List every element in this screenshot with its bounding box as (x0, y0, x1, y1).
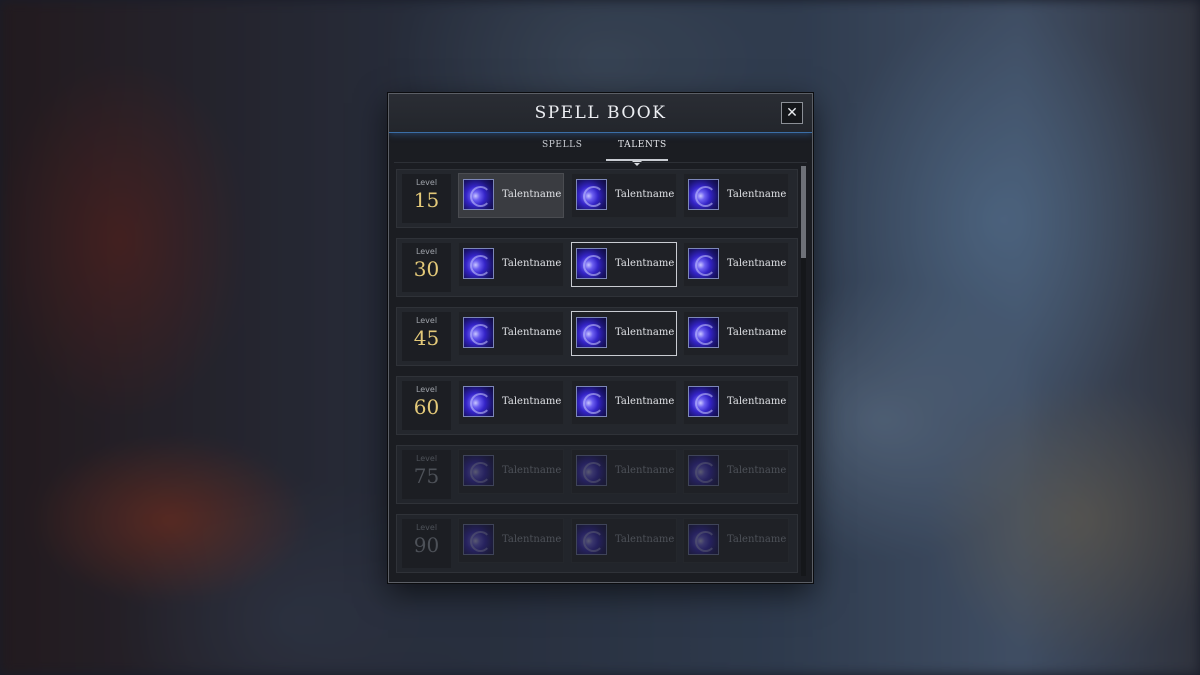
arcane-orb-icon (463, 179, 494, 210)
talent-option[interactable]: Talentname (571, 311, 677, 356)
talent-option[interactable]: Talentname (458, 380, 564, 425)
level-number: 30 (413, 257, 440, 281)
level-indicator: Level 45 (402, 312, 451, 361)
arcane-orb-icon (576, 386, 607, 417)
tab-bar: SPELLS TALENTS (389, 134, 812, 166)
arcane-orb-icon (463, 455, 494, 486)
tab-spells[interactable]: SPELLS (542, 140, 583, 150)
tab-talents[interactable]: TALENTS (618, 140, 667, 150)
arcane-orb-icon (688, 386, 719, 417)
close-icon: ✕ (786, 105, 798, 121)
talent-name: Talentname (727, 189, 787, 200)
talent-name: Talentname (615, 396, 675, 407)
arcane-orb-icon (688, 248, 719, 279)
arcane-orb-icon (576, 317, 607, 348)
arcane-orb-icon (576, 524, 607, 555)
talent-option: Talentname (458, 518, 564, 563)
arcane-orb-icon (463, 248, 494, 279)
talent-option: Talentname (683, 449, 789, 494)
level-number: 45 (413, 326, 440, 350)
talent-option[interactable]: Talentname (571, 380, 677, 425)
talent-option[interactable]: Talentname (683, 380, 789, 425)
talent-option[interactable]: Talentname (571, 242, 677, 287)
level-label: Level (415, 316, 438, 325)
close-button[interactable]: ✕ (781, 102, 803, 124)
arcane-orb-icon (576, 248, 607, 279)
talent-option[interactable]: Talentname (458, 173, 564, 218)
talent-name: Talentname (727, 327, 787, 338)
talent-option[interactable]: Talentname (458, 311, 564, 356)
arcane-orb-icon (688, 179, 719, 210)
talent-row: Level 45 Talentname Talentname Talentname (396, 307, 798, 366)
level-label: Level (415, 523, 438, 532)
talent-option: Talentname (571, 449, 677, 494)
talent-name: Talentname (502, 327, 562, 338)
level-indicator: Level 30 (402, 243, 451, 292)
talent-name: Talentname (727, 465, 787, 476)
talent-name: Talentname (727, 258, 787, 269)
arcane-orb-icon (688, 524, 719, 555)
talent-name: Talentname (727, 534, 787, 545)
level-number: 75 (413, 464, 440, 488)
talent-option: Talentname (458, 449, 564, 494)
talent-name: Talentname (502, 258, 562, 269)
talent-name: Talentname (502, 189, 562, 200)
talent-name: Talentname (502, 534, 562, 545)
talent-name: Talentname (502, 396, 562, 407)
level-label: Level (415, 247, 438, 256)
level-number: 90 (413, 533, 440, 557)
level-label: Level (415, 454, 438, 463)
level-label: Level (415, 178, 438, 187)
scrollbar-thumb[interactable] (801, 166, 806, 258)
arcane-orb-icon (576, 179, 607, 210)
talent-name: Talentname (615, 189, 675, 200)
talent-option[interactable]: Talentname (683, 311, 789, 356)
talent-name: Talentname (502, 465, 562, 476)
talent-row: Level 30 Talentname Talentname Talentname (396, 238, 798, 297)
talent-row: Level 75 Talentname Talentname Talentname (396, 445, 798, 504)
window-header: SPELL BOOK ✕ (389, 94, 812, 133)
scrollbar[interactable] (801, 166, 806, 576)
level-number: 60 (413, 395, 440, 419)
spell-book-window: SPELL BOOK ✕ SPELLS TALENTS Level 15 Talen… (388, 93, 813, 583)
level-indicator: Level 75 (402, 450, 451, 499)
level-indicator: Level 90 (402, 519, 451, 568)
level-number: 15 (413, 188, 440, 212)
talent-name: Talentname (615, 465, 675, 476)
arcane-orb-icon (688, 455, 719, 486)
talent-option[interactable]: Talentname (571, 173, 677, 218)
arcane-orb-icon (688, 317, 719, 348)
talent-name: Talentname (615, 327, 675, 338)
talent-row: Level 90 Talentname Talentname Talentname (396, 514, 798, 573)
talent-option[interactable]: Talentname (458, 242, 564, 287)
tabs-divider (394, 162, 807, 163)
level-indicator: Level 15 (402, 174, 451, 223)
arcane-orb-icon (463, 386, 494, 417)
talent-row: Level 60 Talentname Talentname Talentname (396, 376, 798, 435)
talent-name: Talentname (615, 258, 675, 269)
talent-name: Talentname (615, 534, 675, 545)
window-title: SPELL BOOK (534, 103, 667, 123)
talent-option[interactable]: Talentname (683, 242, 789, 287)
arcane-orb-icon (463, 524, 494, 555)
level-indicator: Level 60 (402, 381, 451, 430)
talent-row: Level 15 Talentname Talentname Talentname (396, 169, 798, 228)
arcane-orb-icon (576, 455, 607, 486)
talent-option: Talentname (683, 518, 789, 563)
talent-option: Talentname (571, 518, 677, 563)
level-label: Level (415, 385, 438, 394)
talent-name: Talentname (727, 396, 787, 407)
talent-option[interactable]: Talentname (683, 173, 789, 218)
arcane-orb-icon (463, 317, 494, 348)
